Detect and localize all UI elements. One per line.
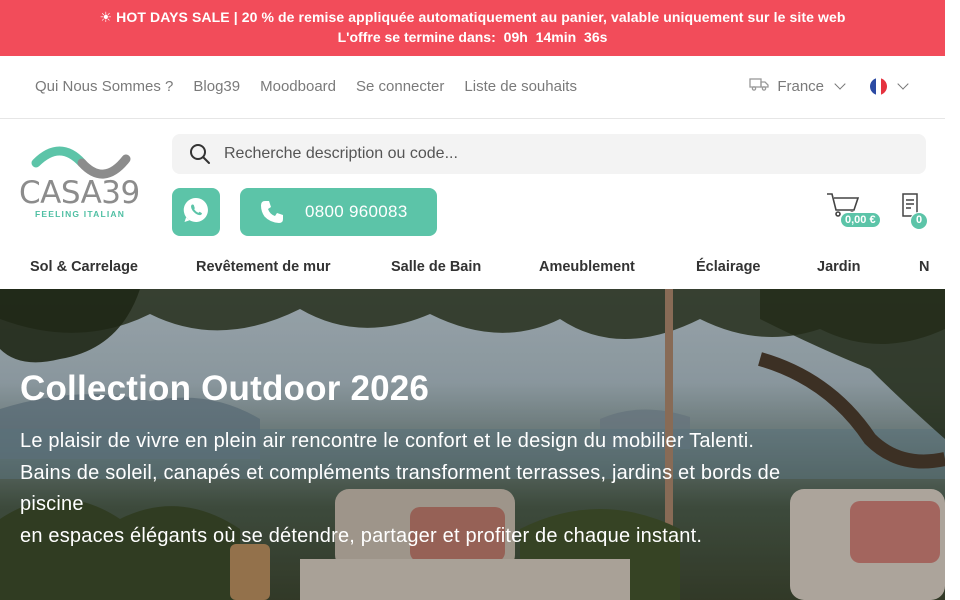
hero-line: Bains de soleil, canapés et compléments … — [20, 461, 781, 484]
cart-total-badge: 0,00 € — [840, 212, 881, 228]
promo-message: ☀ HOT DAYS SALE | 20 % de remise appliqu… — [99, 9, 846, 25]
link-login[interactable]: Se connecter — [356, 78, 444, 95]
promo-bar[interactable]: ☀ HOT DAYS SALE | 20 % de remise appliqu… — [0, 0, 945, 56]
hero-line: en espaces élégants où se détendre, part… — [20, 524, 703, 547]
list-count-badge: 0 — [910, 212, 928, 230]
france-flag-icon — [870, 77, 887, 95]
countdown-minutes: 14min — [535, 29, 577, 45]
hero-description: Le plaisir de vivre en plein air rencont… — [20, 426, 920, 552]
category-nav: Sol & Carrelage Revêtement de mur Salle … — [0, 258, 945, 289]
countdown-seconds: 36s — [584, 29, 608, 45]
link-moodboard[interactable]: Moodboard — [260, 78, 336, 95]
link-about-us[interactable]: Qui Nous Sommes ? — [35, 78, 173, 95]
page: ☀ HOT DAYS SALE | 20 % de remise appliqu… — [0, 0, 945, 600]
category-more[interactable]: N — [919, 259, 929, 275]
link-blog[interactable]: Blog39 — [193, 78, 240, 95]
hero-title: Collection Outdoor 2026 — [20, 369, 430, 408]
category-lighting[interactable]: Éclairage — [696, 259, 761, 275]
chevron-down-icon — [834, 78, 846, 90]
whatsapp-icon — [182, 196, 210, 229]
search-input[interactable] — [224, 134, 904, 174]
logo-arcs — [31, 146, 131, 179]
category-bathroom[interactable]: Salle de Bain — [391, 259, 481, 275]
hero-line: piscine — [20, 493, 84, 515]
utility-nav: Qui Nous Sommes ? Blog39 Moodboard Se co… — [0, 56, 945, 119]
phone-button[interactable]: 0800 960083 — [240, 188, 437, 236]
category-wall-covering[interactable]: Revêtement de mur — [196, 259, 331, 275]
cart-button[interactable]: 0,00 € — [826, 192, 886, 232]
countdown-label: L'offre se termine dans: — [337, 29, 496, 45]
logo-wordmark: CASA39 — [19, 175, 140, 211]
category-furniture[interactable]: Ameublement — [539, 259, 635, 275]
logo-tagline: FEELING ITALIAN — [35, 209, 126, 219]
utility-links: Qui Nous Sommes ? Blog39 Moodboard Se co… — [35, 78, 577, 95]
chevron-down-icon — [897, 78, 909, 90]
link-wishlist[interactable]: Liste de souhaits — [464, 78, 577, 95]
category-garden[interactable]: Jardin — [817, 259, 861, 275]
shopping-list-button[interactable]: 0 — [900, 193, 930, 233]
language-selector[interactable] — [854, 77, 909, 95]
hero-line: Le plaisir de vivre en plein air rencont… — [20, 430, 755, 452]
country-label: France — [777, 77, 824, 95]
category-floor-tiles[interactable]: Sol & Carrelage — [30, 259, 138, 275]
locale-controls: France — [749, 77, 909, 95]
hero-banner[interactable]: Collection Outdoor 2026 Le plaisir de vi… — [0, 289, 945, 600]
phone-icon — [258, 198, 286, 231]
phone-number: 0800 960083 — [305, 202, 408, 221]
promo-countdown: L'offre se termine dans: 09h 14min 36s — [0, 29, 945, 45]
whatsapp-button[interactable] — [172, 188, 220, 236]
truck-icon — [749, 77, 769, 95]
casa39-logo[interactable]: CASA39 FEELING ITALIAN — [18, 145, 146, 225]
search-bar[interactable] — [172, 134, 926, 174]
countdown-hours: 09h — [503, 29, 528, 45]
search-icon — [189, 143, 211, 170]
country-selector[interactable]: France — [749, 77, 846, 95]
scrollbar-gutter — [945, 0, 960, 600]
